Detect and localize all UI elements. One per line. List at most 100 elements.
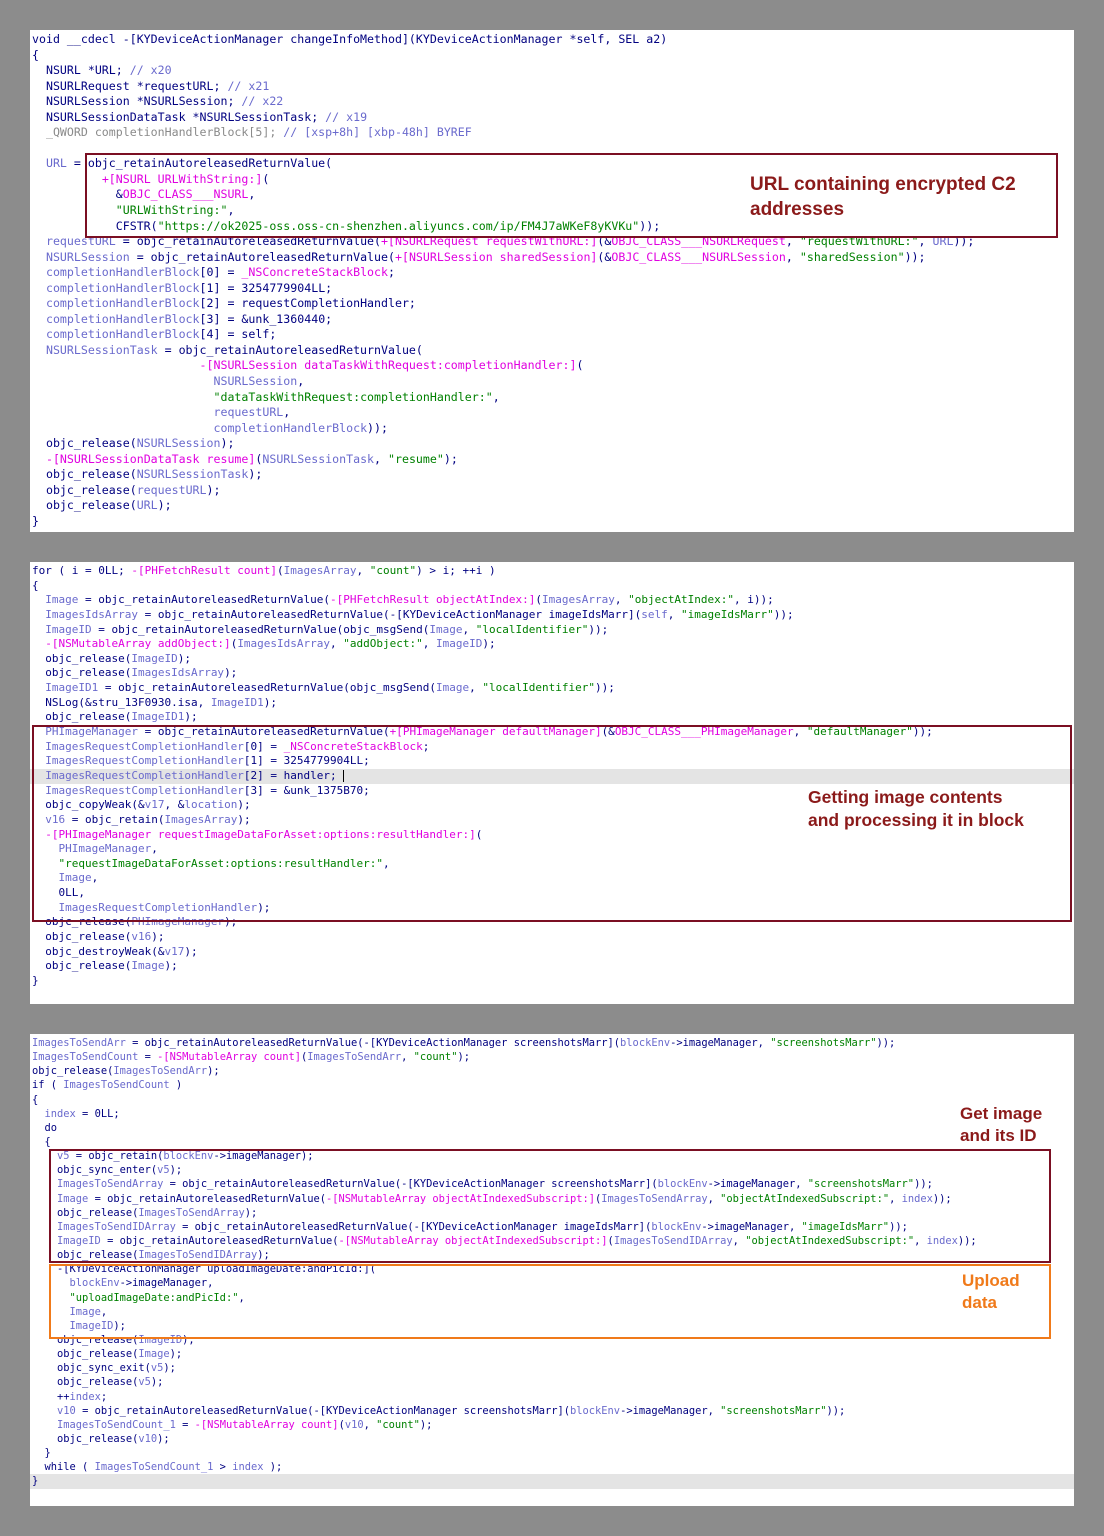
- code-line: completionHandlerBlock[4] = self;: [30, 327, 1074, 343]
- code-token: );: [163, 1362, 176, 1375]
- code-token: objc_release(: [32, 482, 137, 497]
- code-token: (: [277, 564, 284, 577]
- code-token: // x21: [227, 78, 270, 93]
- code-token: do: [32, 1121, 58, 1134]
- code-line: objc_sync_exit(v5);: [30, 1361, 1074, 1375]
- code-token: );: [157, 1432, 170, 1445]
- code-line: NSURL *URL; // x20: [30, 63, 1074, 79]
- code-token: (: [576, 358, 584, 373]
- code-token: );: [207, 1065, 220, 1078]
- code-token: ImagesToSendCount: [63, 1079, 170, 1092]
- code-token: = objc_retainAutoreleasedReturnValue(-[K…: [137, 607, 642, 621]
- code-token: completionHandlerBlock: [32, 296, 200, 311]
- code-token: -[NSURLSessionDataTask resume]: [45, 451, 256, 466]
- code-token: _QWORD completionHandlerBlock[5];: [32, 125, 284, 140]
- code-token: "dataTaskWithRequest:completionHandler:": [213, 389, 493, 404]
- code-token: {: [32, 1135, 51, 1148]
- code-token: = objc_retainAutoreleasedReturnValue(: [157, 342, 423, 357]
- code-token: URL: [32, 156, 67, 171]
- annotation-url-c2: URL containing encrypted C2 addresses: [750, 174, 1016, 220]
- code-token: self: [641, 607, 668, 621]
- code-token: blockEnv: [570, 1404, 621, 1417]
- code-line: objc_destroyWeak(&v17);: [30, 945, 1074, 960]
- code-token: "imageIdsMarr": [681, 607, 774, 621]
- code-token: ->imageManager,: [670, 1037, 771, 1049]
- code-token: [0] =: [199, 265, 242, 280]
- code-token: =: [175, 1418, 195, 1431]
- code-line: NSURLSessionDataTask *NSURLSessionTask; …: [30, 110, 1074, 126]
- code-line: v10 = objc_retainAutoreleasedReturnValue…: [30, 1404, 1074, 1418]
- code-token: ));: [826, 1404, 846, 1417]
- code-line: NSURLSessionTask = objc_retainAutoreleas…: [30, 343, 1074, 359]
- code-token: "localIdentifier": [482, 681, 595, 695]
- code-line: objc_release(URL);: [30, 498, 1074, 514]
- code-token: objc_sync_exit(: [32, 1362, 151, 1375]
- code-token: Image: [436, 681, 470, 695]
- code-token: );: [443, 451, 458, 466]
- code-line: -[NSMutableArray addObject:](ImagesIdsAr…: [30, 637, 1074, 652]
- code-token: ImagesIdsArray: [32, 607, 138, 621]
- code-line: objc_release(requestURL);: [30, 483, 1074, 499]
- code-token: Image: [429, 622, 463, 636]
- code-token: ImagesToSendCount: [32, 1051, 139, 1064]
- code-token: ,: [297, 374, 305, 389]
- code-line: NSLog(&stru_13F0930.isa, ImageID1);: [30, 696, 1074, 711]
- code-line: objc_release(ImageID1);: [30, 710, 1074, 725]
- code-token: requestURL: [136, 482, 207, 497]
- code-token: ImagesToSendCount_1: [94, 1461, 214, 1474]
- code-token: index: [44, 1107, 76, 1120]
- code-line: {: [30, 579, 1074, 594]
- code-token: objc_release(: [32, 498, 137, 513]
- code-token: );: [224, 666, 238, 680]
- code-listing: void __cdecl -[KYDeviceActionManager cha…: [30, 32, 1074, 530]
- code-line: objc_release(v5);: [30, 1375, 1074, 1389]
- code-line: Image = objc_retainAutoreleasedReturnVal…: [30, 593, 1074, 608]
- code-token: =: [138, 1051, 158, 1064]
- code-line: _QWORD completionHandlerBlock[5]; // [xs…: [30, 125, 1074, 141]
- code-token: ,: [401, 1051, 414, 1064]
- code-token: );: [419, 1418, 433, 1431]
- code-line: -[NSURLSessionDataTask resume](NSURLSess…: [30, 452, 1074, 468]
- code-token: objc_release(: [32, 666, 132, 680]
- code-token: "screenshotsMarr": [770, 1037, 877, 1049]
- code-line: {: [30, 1135, 1074, 1149]
- code-token: );: [184, 944, 198, 958]
- code-line: ImageID1 = objc_retainAutoreleasedReturn…: [30, 681, 1074, 696]
- code-token: Image: [138, 1348, 170, 1361]
- code-token: ImageID: [131, 651, 178, 665]
- code-token: objc_destroyWeak(&: [32, 944, 165, 958]
- code-token: ImagesToSendCount_1: [32, 1418, 176, 1431]
- code-token: [1] = 3254779904LL;: [199, 280, 333, 295]
- code-token: );: [482, 637, 496, 651]
- code-line: ImagesToSendCount_1 = -[NSMutableArray c…: [30, 1418, 1074, 1432]
- code-token: v10: [344, 1418, 364, 1431]
- code-line: objc_release(NSURLSession);: [30, 436, 1074, 452]
- code-token: ));: [904, 249, 926, 264]
- code-line: ImagesIdsArray = objc_retainAutoreleased…: [30, 608, 1074, 623]
- code-token: -[NSURLSession dataTaskWithRequest:compl…: [199, 358, 577, 373]
- code-token: }: [32, 1447, 51, 1460]
- code-token: {: [32, 1093, 39, 1106]
- code-token: while (: [32, 1461, 95, 1474]
- code-token: );: [206, 482, 221, 497]
- code-token: "addObject:": [343, 637, 423, 651]
- code-token: [3] = &unk_1360440;: [199, 311, 333, 326]
- code-token: "count": [376, 1418, 420, 1431]
- code-token: NSURLSessionTask: [32, 342, 158, 357]
- code-token: );: [457, 1051, 470, 1064]
- code-token: ImagesToSendArr: [32, 1037, 126, 1049]
- code-token: ;: [388, 265, 395, 280]
- code-token: ,: [283, 405, 291, 420]
- code-line: ImagesToSendArr = objc_retainAutorelease…: [30, 1036, 1074, 1050]
- code-line: NSURLRequest *requestURL; // x21: [30, 79, 1074, 95]
- code-token: v10: [138, 1432, 158, 1445]
- code-token: requestURL: [213, 405, 284, 420]
- code-token: NSURLSession: [32, 249, 130, 264]
- code-token: index: [232, 1461, 264, 1474]
- code-token: ImageID: [32, 622, 92, 636]
- highlight-box-upload: [49, 1264, 1051, 1339]
- code-line: if ( ImagesToSendCount ): [30, 1078, 1074, 1092]
